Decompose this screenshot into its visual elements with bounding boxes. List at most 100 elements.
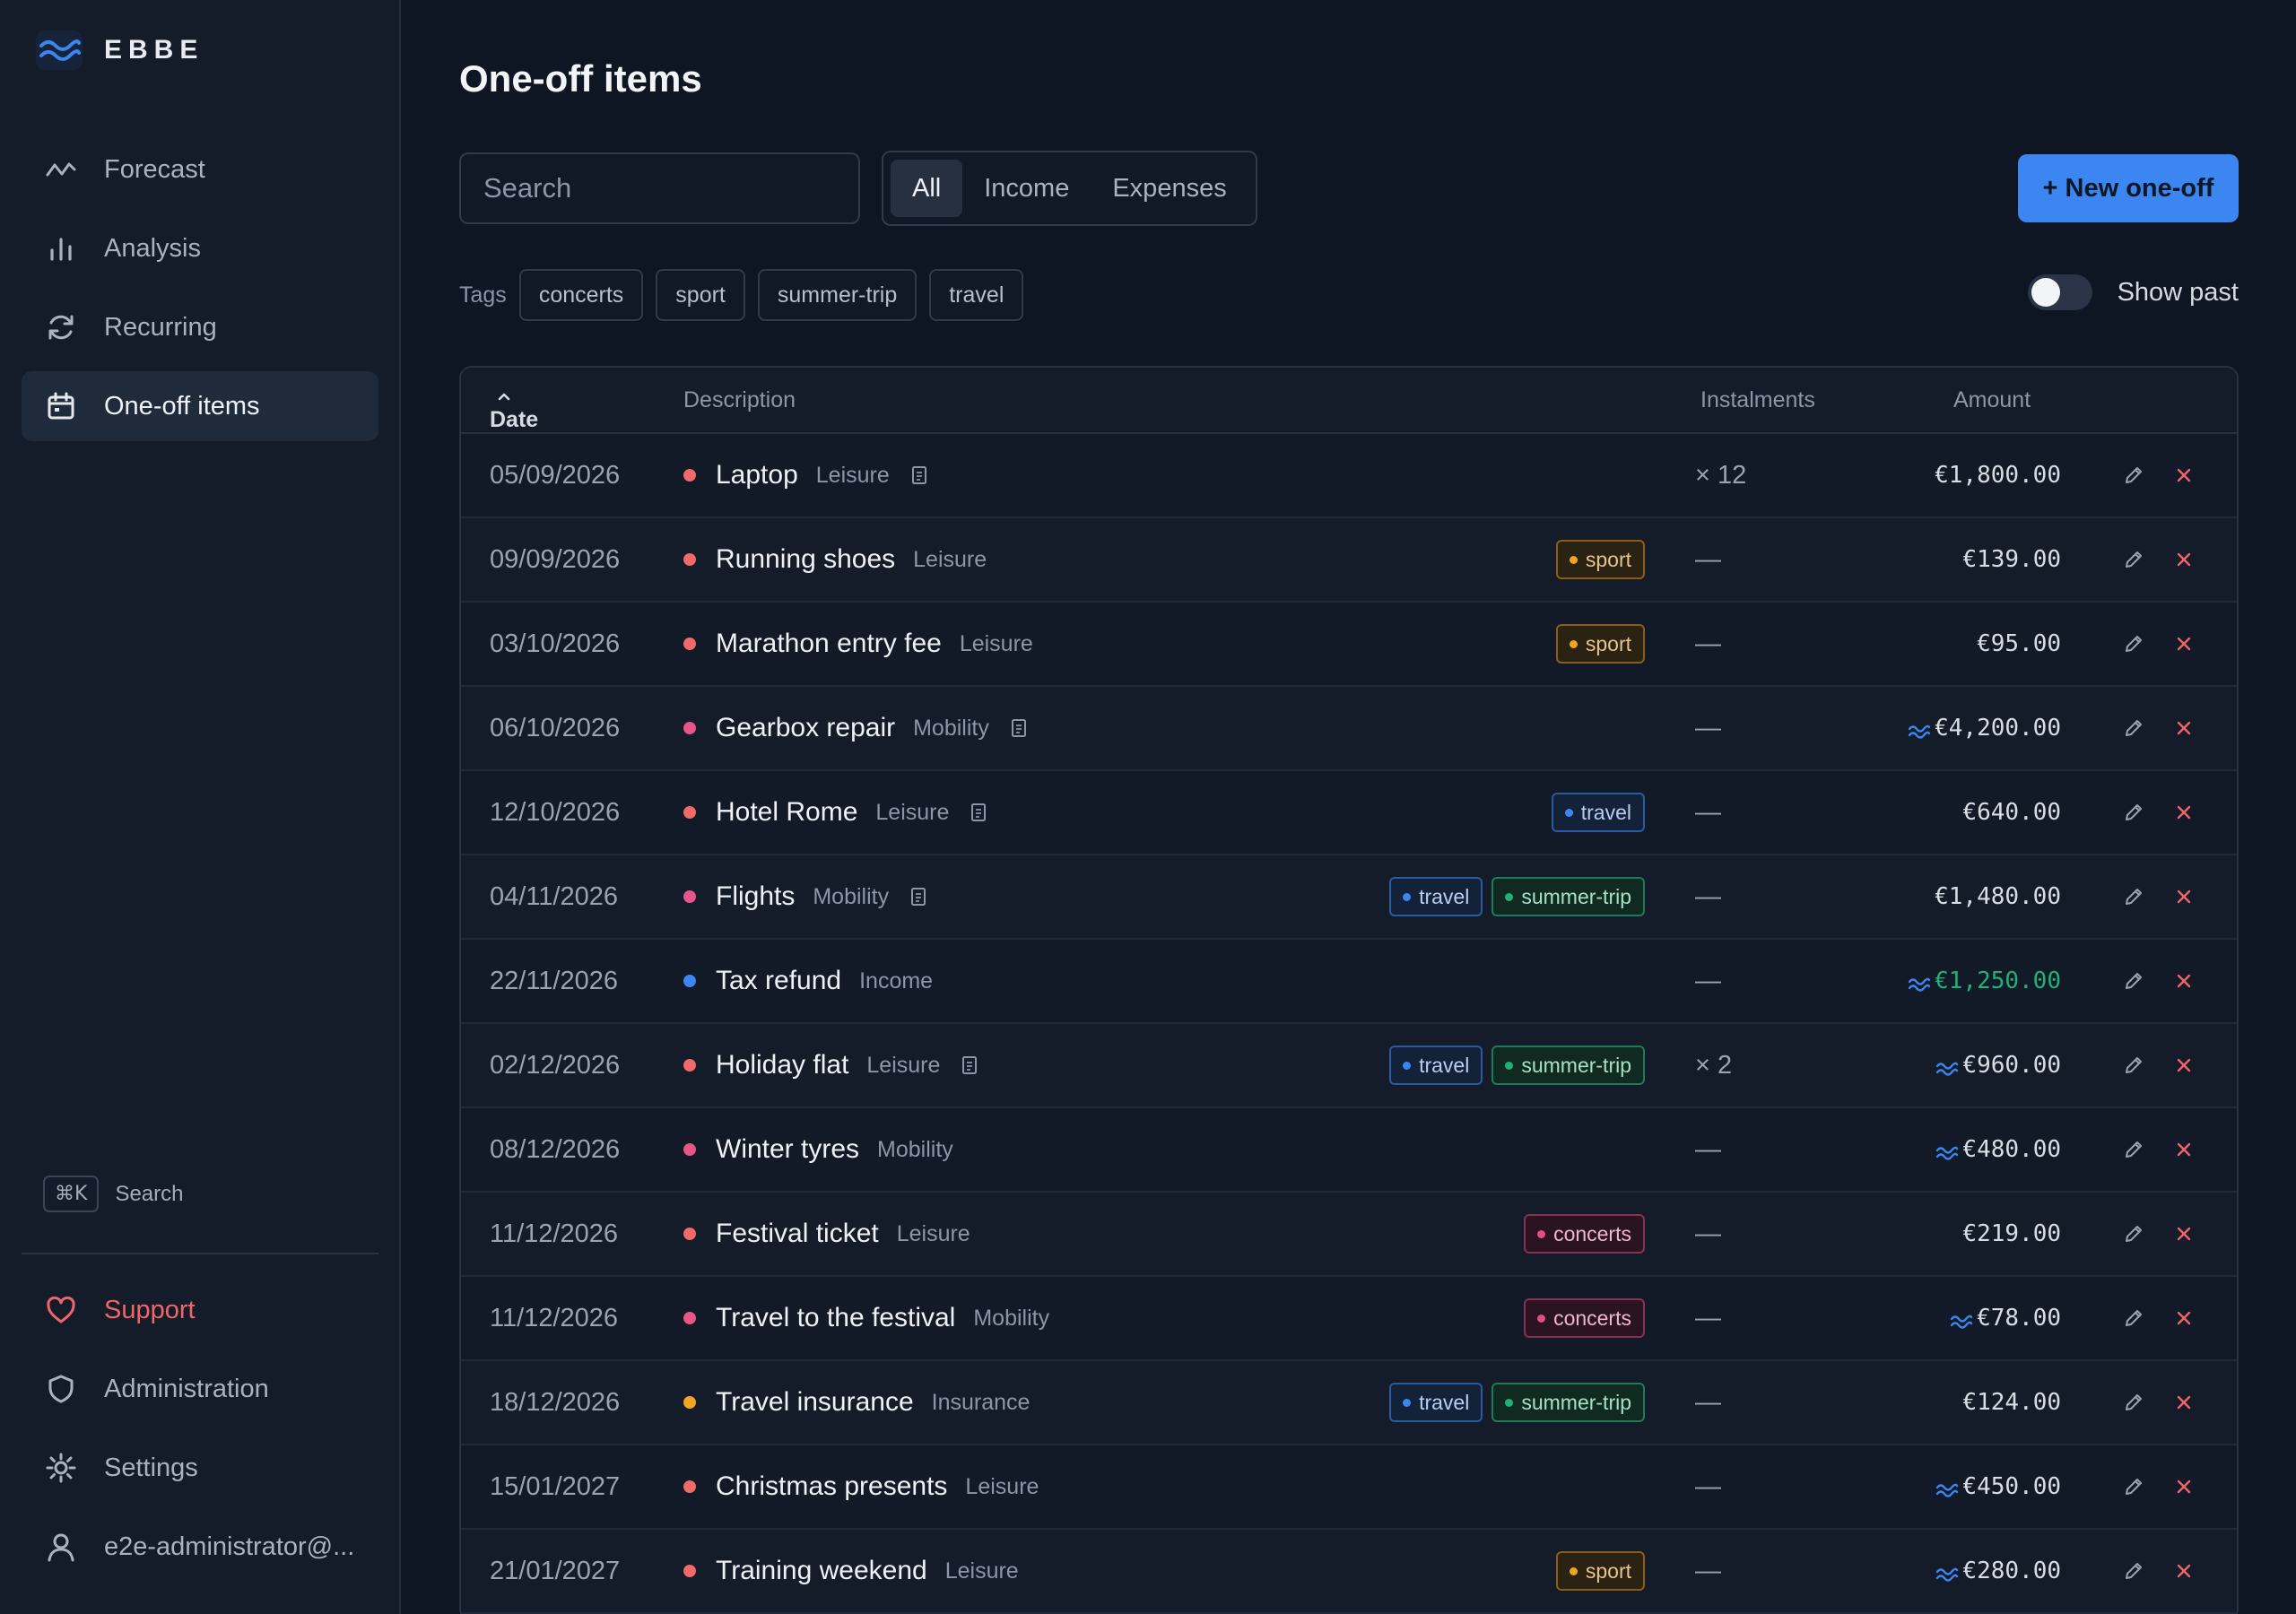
delete-x-icon[interactable] <box>2174 1477 2194 1497</box>
row-amount: €280.00 <box>1935 1558 2061 1584</box>
row-instalments: — <box>1695 1471 1721 1501</box>
delete-x-icon[interactable] <box>2174 1308 2194 1328</box>
filter-all-button[interactable]: All <box>891 160 963 217</box>
tag-filter-travel[interactable]: travel <box>929 269 1024 321</box>
new-one-off-button[interactable]: + New one-off <box>2018 154 2239 222</box>
user-icon <box>43 1529 79 1565</box>
table-row[interactable]: 18/12/2026 Travel insurance Insurance trave… <box>461 1361 2237 1445</box>
edit-pencil-icon[interactable] <box>2122 1138 2145 1161</box>
table-row[interactable]: 11/12/2026 Travel to the festival Mobility… <box>461 1277 2237 1361</box>
table-row[interactable]: 21/01/2027 Training weekend Leisure sport — €… <box>461 1530 2237 1614</box>
edit-pencil-icon[interactable] <box>2122 632 2145 655</box>
sidebar-item-user[interactable]: e2e-administrator@... <box>22 1512 378 1582</box>
edit-pencil-icon[interactable] <box>2122 1559 2145 1583</box>
edit-pencil-icon[interactable] <box>2122 1391 2145 1414</box>
tag-pill-label: sport <box>1585 1558 1631 1583</box>
delete-x-icon[interactable] <box>2174 465 2194 485</box>
show-past-label: Show past <box>2117 277 2239 307</box>
row-date: 18/12/2026 <box>490 1387 621 1417</box>
delete-x-icon[interactable] <box>2174 718 2194 738</box>
row-tags: travel summer-trip <box>1380 877 1645 916</box>
delete-x-icon[interactable] <box>2174 1393 2194 1412</box>
row-date: 11/12/2026 <box>490 1219 618 1248</box>
table-body: 05/09/2026 Laptop Leisure × 12 €1,800.00 09/0… <box>461 434 2237 1614</box>
table-row[interactable]: 06/10/2026 Gearbox repair Mobility — €4,200.… <box>461 687 2237 771</box>
tag-filter-sport[interactable]: sport <box>656 269 745 321</box>
table-row[interactable]: 03/10/2026 Marathon entry fee Leisure sport… <box>461 603 2237 687</box>
fluctuating-amount-icon <box>1935 1562 1959 1582</box>
tag-filter-concerts[interactable]: concerts <box>518 269 644 321</box>
delete-x-icon[interactable] <box>2174 1140 2194 1159</box>
row-instalments: — <box>1695 1556 1721 1585</box>
edit-pencil-icon[interactable] <box>2122 548 2145 571</box>
sidebar-item-one-off-items[interactable]: One-off items <box>22 371 378 441</box>
search-field[interactable] <box>459 152 860 224</box>
sidebar-item-forecast[interactable]: Forecast <box>22 134 378 204</box>
delete-x-icon[interactable] <box>2174 634 2194 654</box>
sidebar-search[interactable]: ⌘K Search <box>43 1176 183 1212</box>
edit-pencil-icon[interactable] <box>2122 1306 2145 1330</box>
sidebar-item-analysis[interactable]: Analysis <box>22 213 378 283</box>
bottom-nav: Support Administration Settings e2e-admi… <box>22 1275 378 1591</box>
delete-x-icon[interactable] <box>2174 1224 2194 1244</box>
tag-pill: sport <box>1555 540 1645 579</box>
row-description: Flights Mobility <box>683 881 928 912</box>
row-date: 05/09/2026 <box>490 460 621 490</box>
filter-income-button[interactable]: Income <box>962 160 1091 217</box>
tag-filters: Tags concerts sport summer-trip travel <box>459 269 1036 321</box>
row-amount: €219.00 <box>1962 1220 2061 1247</box>
edit-pencil-icon[interactable] <box>2122 969 2145 993</box>
edit-pencil-icon[interactable] <box>2122 885 2145 908</box>
edit-pencil-icon[interactable] <box>2122 464 2145 487</box>
note-icon[interactable] <box>1009 718 1029 738</box>
category-dot <box>683 553 696 566</box>
table-row[interactable]: 12/10/2026 Hotel Rome Leisure travel — €640.0… <box>461 771 2237 855</box>
tag-pill: concerts <box>1524 1214 1645 1254</box>
sidebar-item-settings[interactable]: Settings <box>22 1433 378 1503</box>
row-category: Leisure <box>944 1558 1019 1584</box>
edit-pencil-icon[interactable] <box>2122 1054 2145 1077</box>
sidebar-item-label: Settings <box>104 1453 198 1482</box>
row-amount: €450.00 <box>1935 1473 2061 1500</box>
delete-x-icon[interactable] <box>2174 971 2194 991</box>
type-filter: All Income Expenses <box>882 151 1257 226</box>
sidebar-item-administration[interactable]: Administration <box>22 1354 378 1424</box>
table-row[interactable]: 04/11/2026 Flights Mobility travel summer-tr… <box>461 855 2237 940</box>
tag-dot <box>1403 1061 1412 1070</box>
sidebar-item-recurring[interactable]: Recurring <box>22 292 378 362</box>
table-row[interactable]: 11/12/2026 Festival ticket Leisure concerts… <box>461 1193 2237 1277</box>
trend-line-icon <box>43 152 79 187</box>
delete-x-icon[interactable] <box>2174 1561 2194 1581</box>
sidebar-item-support[interactable]: Support <box>22 1275 378 1345</box>
note-icon[interactable] <box>909 887 928 907</box>
search-input[interactable] <box>483 172 858 204</box>
table-row[interactable]: 05/09/2026 Laptop Leisure × 12 €1,800.00 <box>461 434 2237 518</box>
edit-pencil-icon[interactable] <box>2122 716 2145 740</box>
delete-x-icon[interactable] <box>2174 887 2194 907</box>
brand[interactable]: EBBE <box>36 30 204 70</box>
row-description: Travel to the festival Mobility <box>683 1303 1049 1333</box>
filter-expenses-button[interactable]: Expenses <box>1091 160 1248 217</box>
show-past-toggle[interactable] <box>2027 274 2092 310</box>
tag-dot <box>1403 892 1412 901</box>
note-icon[interactable] <box>960 1055 979 1075</box>
delete-x-icon[interactable] <box>2174 550 2194 569</box>
category-dot <box>683 975 696 987</box>
tag-filter-summer-trip[interactable]: summer-trip <box>757 269 918 321</box>
edit-pencil-icon[interactable] <box>2122 1475 2145 1498</box>
edit-pencil-icon[interactable] <box>2122 801 2145 824</box>
column-date-header[interactable]: Date <box>490 387 538 432</box>
row-amount: €640.00 <box>1962 799 2061 826</box>
table-row[interactable]: 15/01/2027 Christmas presents Leisure — €450… <box>461 1445 2237 1530</box>
delete-x-icon[interactable] <box>2174 1055 2194 1075</box>
note-icon[interactable] <box>969 803 988 822</box>
table-row[interactable]: 22/11/2026 Tax refund Income — €1,250.00 <box>461 940 2237 1024</box>
edit-pencil-icon[interactable] <box>2122 1222 2145 1245</box>
table-row[interactable]: 02/12/2026 Holiday flat Leisure travel summe… <box>461 1024 2237 1108</box>
table-row[interactable]: 08/12/2026 Winter tyres Mobility — €480.00 <box>461 1108 2237 1193</box>
page-title: One-off items <box>459 57 702 100</box>
table-row[interactable]: 09/09/2026 Running shoes Leisure sport — €139… <box>461 518 2237 603</box>
row-amount-value: €124.00 <box>1962 1389 2061 1416</box>
delete-x-icon[interactable] <box>2174 803 2194 822</box>
note-icon[interactable] <box>909 465 929 485</box>
